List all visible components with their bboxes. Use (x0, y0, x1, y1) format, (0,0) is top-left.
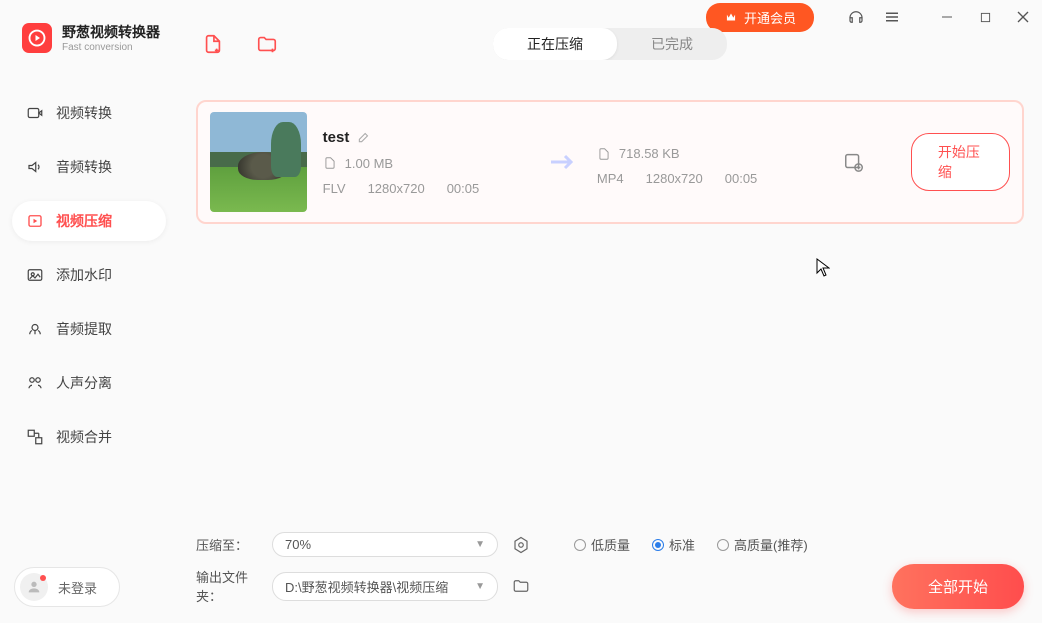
video-merge-icon (26, 428, 44, 446)
app-subtitle: Fast conversion (62, 42, 160, 53)
open-folder-icon[interactable] (512, 577, 530, 595)
arrow-icon (549, 152, 581, 172)
sidebar-item-label: 视频合并 (56, 427, 112, 447)
logo-icon (22, 23, 52, 53)
radio-icon (652, 539, 664, 551)
video-convert-icon (26, 104, 44, 122)
add-file-button[interactable] (200, 31, 226, 57)
user-status: 未登录 (58, 578, 97, 597)
edit-name-icon[interactable] (357, 130, 371, 144)
radio-icon (574, 539, 586, 551)
out-format: MP4 (597, 171, 624, 186)
quality-standard-radio[interactable]: 标准 (652, 535, 695, 554)
sidebar-item-audio-convert[interactable]: 音频转换 (12, 147, 166, 187)
item-settings-icon[interactable] (843, 151, 865, 173)
compress-value: 70% (285, 537, 311, 552)
add-folder-button[interactable] (254, 31, 280, 57)
watermark-icon (26, 266, 44, 284)
start-compress-button[interactable]: 开始压缩 (911, 133, 1010, 191)
output-folder-dropdown[interactable]: D:\野葱视频转换器\视频压缩 ▼ (272, 572, 498, 601)
sidebar-item-label: 视频压缩 (56, 211, 112, 231)
src-resolution: 1280x720 (368, 181, 425, 196)
sidebar-item-label: 人声分离 (56, 373, 112, 393)
avatar-icon (20, 573, 48, 601)
app-title: 野葱视频转换器 (62, 22, 160, 42)
output-folder-label: 输出文件夹： (196, 567, 258, 605)
audio-extract-icon (26, 320, 44, 338)
sidebar-item-label: 添加水印 (56, 265, 112, 285)
sidebar-item-label: 音频转换 (56, 157, 112, 177)
file-card[interactable]: test 1.00 MB FLV 1280x720 00:05 (196, 100, 1024, 224)
src-size: 1.00 MB (345, 156, 393, 171)
chevron-down-icon: ▼ (475, 581, 485, 592)
out-size: 718.58 KB (619, 146, 680, 161)
app-logo: 野葱视频转换器 Fast conversion (0, 0, 178, 53)
tab-completed[interactable]: 已完成 (617, 28, 727, 60)
sidebar-item-audio-extract[interactable]: 音频提取 (12, 309, 166, 349)
file-icon (597, 147, 611, 161)
compress-percent-dropdown[interactable]: 70% ▼ (272, 532, 498, 557)
vocal-split-icon (26, 374, 44, 392)
src-format: FLV (323, 181, 346, 196)
compress-to-label: 压缩至： (196, 535, 258, 554)
radio-icon (717, 539, 729, 551)
start-all-button[interactable]: 全部开始 (892, 564, 1024, 609)
audio-convert-icon (26, 158, 44, 176)
output-path: D:\野葱视频转换器\视频压缩 (285, 577, 448, 596)
sidebar-item-label: 音频提取 (56, 319, 112, 339)
sidebar-item-video-compress[interactable]: 视频压缩 (12, 201, 166, 241)
video-thumbnail (210, 112, 307, 212)
sidebar-item-video-convert[interactable]: 视频转换 (12, 93, 166, 133)
file-name: test (323, 129, 350, 146)
file-icon (323, 156, 337, 170)
sidebar-item-video-merge[interactable]: 视频合并 (12, 417, 166, 457)
quality-low-radio[interactable]: 低质量 (574, 535, 630, 554)
tab-compressing[interactable]: 正在压缩 (493, 28, 617, 60)
chevron-down-icon: ▼ (475, 539, 485, 550)
src-duration: 00:05 (447, 181, 480, 196)
quality-high-radio[interactable]: 高质量(推荐) (717, 535, 808, 554)
sidebar-item-watermark[interactable]: 添加水印 (12, 255, 166, 295)
video-compress-icon (26, 212, 44, 230)
out-duration: 00:05 (725, 171, 758, 186)
sidebar-item-vocal-split[interactable]: 人声分离 (12, 363, 166, 403)
out-resolution: 1280x720 (646, 171, 703, 186)
user-login-button[interactable]: 未登录 (14, 567, 120, 607)
preset-icon[interactable] (512, 536, 530, 554)
sidebar-item-label: 视频转换 (56, 103, 112, 123)
